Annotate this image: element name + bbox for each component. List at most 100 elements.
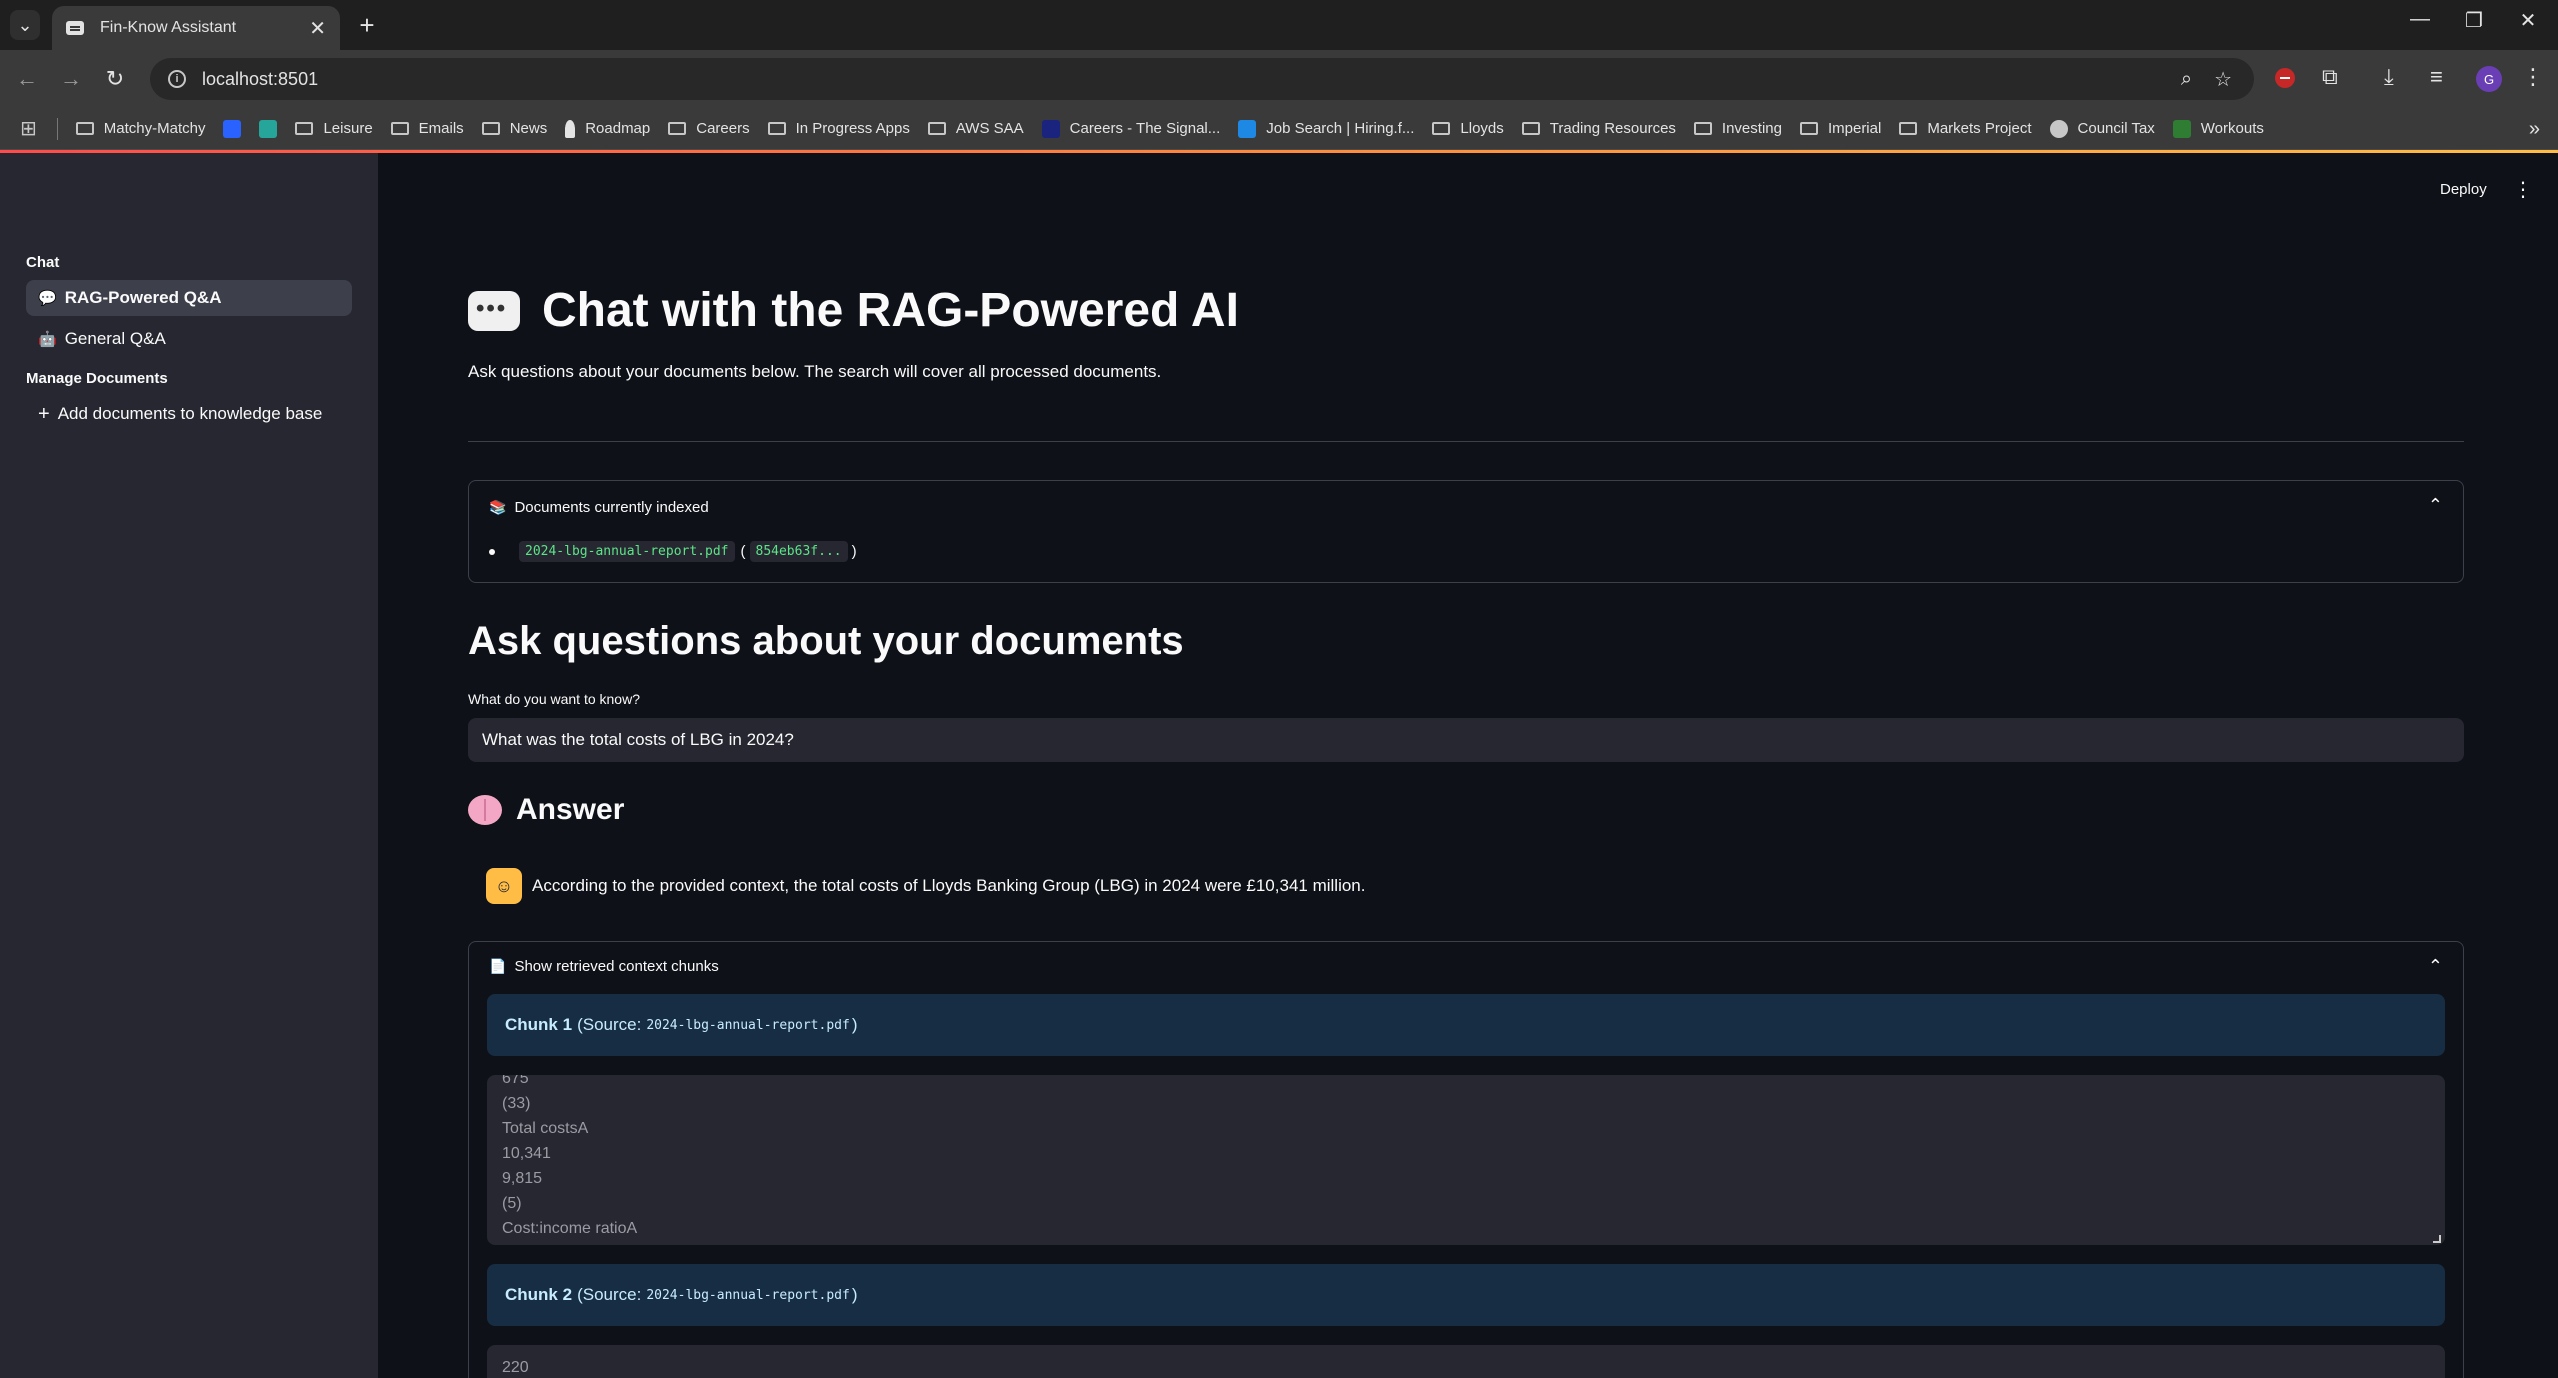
sidebar-item-rag-qa[interactable]: 💬 RAG-Powered Q&A bbox=[26, 280, 352, 316]
deploy-button[interactable]: Deploy bbox=[2440, 181, 2487, 198]
bookmark-item[interactable]: Investing bbox=[1693, 120, 1782, 137]
expander-header[interactable]: 📄 Show retrieved context chunks bbox=[489, 958, 719, 975]
resize-handle-icon[interactable] bbox=[2433, 1235, 2441, 1243]
chunk-source-prefix: (Source: bbox=[577, 1285, 642, 1304]
document-id: 854eb63f... bbox=[749, 541, 848, 562]
bookmark-item[interactable]: Careers - The Signal... bbox=[1041, 119, 1221, 138]
bookmark-star-icon[interactable]: ☆ bbox=[2214, 67, 2232, 92]
chunk-title: Chunk 2 bbox=[505, 1285, 573, 1304]
expander-label: Show retrieved context chunks bbox=[514, 958, 719, 975]
browser-tab[interactable]: Fin-Know Assistant ✕ bbox=[52, 6, 340, 50]
bullet bbox=[489, 548, 495, 555]
reload-icon[interactable]: ↻ bbox=[98, 62, 132, 96]
chunk-line: (33) bbox=[502, 1095, 531, 1112]
indexed-documents-expander[interactable]: 📚 Documents currently indexed ⌃ 2024-lbg… bbox=[468, 480, 2464, 583]
chevron-double-right-icon[interactable]: » bbox=[2529, 118, 2540, 141]
restore-icon[interactable]: ❐ bbox=[2454, 8, 2494, 33]
window-close-icon[interactable]: ✕ bbox=[2508, 8, 2548, 33]
sidebar-section-chat: Chat bbox=[26, 254, 60, 271]
media-control-icon[interactable]: ≡ bbox=[2430, 64, 2443, 90]
bookmark-item[interactable]: AWS SAA bbox=[927, 120, 1024, 137]
main-area: Deploy ⋮ Chat with the RAG-Powered AI As… bbox=[378, 153, 2558, 1378]
bookmark-list: Matchy-Matchy Leisure Emails News Roadmap Car… bbox=[75, 119, 2282, 138]
bookmark-item[interactable]: Matchy-Matchy bbox=[75, 120, 205, 137]
bookmark-item[interactable]: Emails bbox=[390, 120, 464, 137]
download-icon[interactable]: ⤓ bbox=[2384, 64, 2394, 90]
chat-message-assistant: ☺ According to the provided context, the… bbox=[486, 868, 1365, 904]
bookmarks-bar: ⊞ Matchy-Matchy Leisure Emails News Roadmap C… bbox=[0, 108, 2558, 150]
bookmark-label: Leisure bbox=[323, 120, 373, 137]
bookmark-item[interactable]: Trading Resources bbox=[1521, 120, 1676, 137]
browser-toolbar: ← → ↻ i localhost:8501 ⌕ ☆ ⧉ ⤓ ≡ ⋮ bbox=[0, 50, 2558, 108]
bookmark-item[interactable] bbox=[223, 119, 242, 138]
bookmark-item[interactable]: Markets Project bbox=[1899, 120, 2032, 137]
apps-grid-icon[interactable]: ⊞ bbox=[20, 116, 37, 141]
site-info-icon[interactable]: i bbox=[168, 70, 186, 88]
bookmark-item[interactable]: Imperial bbox=[1799, 120, 1881, 137]
page-title: Chat with the RAG-Powered AI bbox=[468, 283, 1239, 338]
site-favicon-icon bbox=[2172, 119, 2191, 138]
menu-icon[interactable]: ⋮ bbox=[2522, 64, 2544, 90]
bookmark-item[interactable]: Workouts bbox=[2172, 119, 2264, 138]
chat-bubble-icon: 💬 bbox=[38, 290, 57, 307]
bookmark-label: Markets Project bbox=[1927, 120, 2032, 137]
sidebar-item-add-documents[interactable]: + Add documents to knowledge base bbox=[26, 396, 352, 432]
extensions-icon[interactable]: ⧉ bbox=[2322, 64, 2338, 90]
folder-icon bbox=[481, 122, 500, 135]
bookmark-label: Careers - The Signal... bbox=[1069, 120, 1221, 137]
folder-icon bbox=[1432, 122, 1451, 135]
bookmark-item[interactable]: Careers bbox=[668, 120, 750, 137]
page-title-text: Chat with the RAG-Powered AI bbox=[542, 284, 1239, 337]
chevron-up-icon[interactable]: ⌃ bbox=[2428, 956, 2443, 977]
assistant-avatar-icon: ☺ bbox=[486, 868, 522, 904]
folder-icon bbox=[927, 122, 946, 135]
back-icon[interactable]: ← bbox=[10, 62, 44, 96]
bookmark-label: News bbox=[509, 120, 548, 137]
chunk-2-header: Chunk 2 (Source: 2024-lbg-annual-report.… bbox=[487, 1264, 2445, 1326]
sidebar-item-label: General Q&A bbox=[64, 329, 166, 348]
bookmark-item[interactable]: Lloyds bbox=[1432, 120, 1504, 137]
bookmark-label: Lloyds bbox=[1460, 120, 1504, 137]
robot-icon: 🤖 bbox=[38, 331, 57, 348]
forward-icon[interactable]: → bbox=[54, 62, 88, 96]
site-favicon-icon bbox=[223, 119, 242, 138]
tab-search-button[interactable]: ⌄ bbox=[10, 10, 40, 40]
new-tab-button[interactable]: + bbox=[352, 10, 382, 40]
chunk-1-header: Chunk 1 (Source: 2024-lbg-annual-report.… bbox=[487, 994, 2445, 1056]
chunk-source-suffix: ) bbox=[851, 1285, 858, 1304]
minimize-icon[interactable]: — bbox=[2400, 8, 2440, 31]
chat-favicon-icon bbox=[66, 21, 84, 35]
folder-icon bbox=[1693, 122, 1712, 135]
chevron-up-icon[interactable]: ⌃ bbox=[2428, 495, 2443, 516]
bookmark-item[interactable]: Leisure bbox=[295, 120, 373, 137]
bookmark-item[interactable] bbox=[259, 119, 278, 138]
blocker-extension-icon[interactable] bbox=[2275, 68, 2295, 88]
plus-icon: + bbox=[38, 402, 50, 425]
bookmark-item[interactable]: Roadmap bbox=[565, 119, 650, 138]
folder-icon bbox=[1799, 122, 1818, 135]
bookmark-item[interactable]: In Progress Apps bbox=[767, 120, 910, 137]
chunk-2-textarea[interactable]: 220 bbox=[487, 1345, 2445, 1378]
bookmark-label: Trading Resources bbox=[1549, 120, 1676, 137]
zoom-icon[interactable]: ⌕ bbox=[2181, 68, 2192, 91]
bookmark-item[interactable]: News bbox=[481, 120, 548, 137]
folder-icon bbox=[767, 122, 786, 135]
context-chunks-expander[interactable]: 📄 Show retrieved context chunks ⌃ Chunk … bbox=[468, 941, 2464, 1378]
bookmark-item[interactable]: Job Search | Hiring.f... bbox=[1238, 119, 1414, 138]
paren-open: ( bbox=[740, 543, 746, 560]
sidebar-item-label: RAG-Powered Q&A bbox=[64, 288, 222, 307]
chunk-line: 9,815 bbox=[502, 1170, 543, 1187]
bookmark-item[interactable]: Council Tax bbox=[2049, 119, 2155, 138]
sidebar-item-general-qa[interactable]: 🤖 General Q&A bbox=[26, 321, 352, 357]
address-bar[interactable]: i localhost:8501 ⌕ ☆ bbox=[150, 58, 2254, 100]
chunk-title: Chunk 1 bbox=[505, 1015, 573, 1034]
app-menu-icon[interactable]: ⋮ bbox=[2513, 177, 2533, 202]
url-text[interactable]: localhost:8501 bbox=[202, 69, 2181, 90]
close-icon[interactable]: ✕ bbox=[309, 16, 326, 41]
expander-header[interactable]: 📚 Documents currently indexed bbox=[489, 499, 709, 516]
question-input[interactable] bbox=[468, 718, 2464, 762]
profile-avatar[interactable]: G bbox=[2476, 66, 2502, 92]
folder-icon bbox=[295, 122, 314, 135]
chunk-1-textarea[interactable]: 675 (33) Total costsA 10,341 9,815 (5) Cost:in… bbox=[487, 1075, 2445, 1245]
books-icon: 📚 bbox=[489, 499, 507, 515]
